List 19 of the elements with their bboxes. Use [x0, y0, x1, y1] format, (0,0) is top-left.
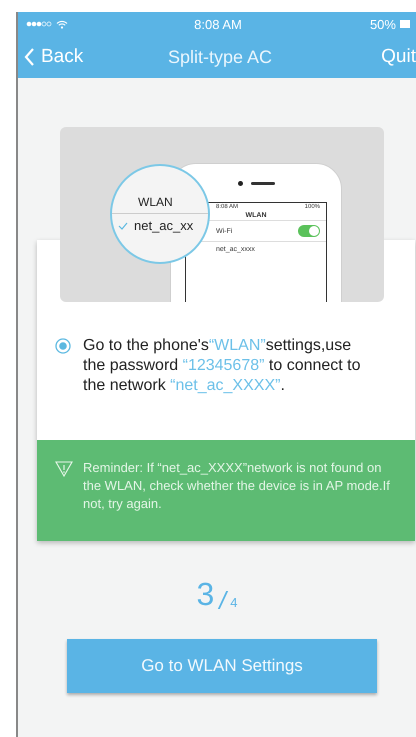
radio-icon — [55, 338, 71, 354]
magnified-network: net_ac_xx — [134, 218, 194, 233]
go-to-wlan-settings-button[interactable]: Go to WLAN Settings — [67, 639, 377, 693]
reminder-text: Reminder: If “net_ac_XXXX”network is not found on the WLAN, check whether the device is in AP mode.If not, try again. — [83, 459, 391, 513]
quit-button[interactable]: Quit — [326, 46, 416, 68]
battery-icon — [400, 20, 410, 28]
back-button[interactable]: Back — [24, 46, 114, 68]
step-current: 3 — [196, 577, 214, 611]
signal-icon — [26, 21, 52, 27]
step-total: 4 — [230, 595, 238, 611]
screen-title: Split-type AC — [168, 46, 272, 68]
wifi-icon — [56, 20, 68, 28]
check-icon — [118, 222, 128, 230]
instruction-text: Go to the phone's“WLAN”settings,use the password “12345678” to connect to the network “net_ac_XXXX”. — [83, 336, 362, 396]
status-time: 8:08 AM — [194, 16, 242, 32]
magnified-title: WLAN — [138, 195, 173, 209]
battery-percent: 50% — [370, 16, 396, 32]
warning-icon — [55, 461, 73, 477]
chevron-left-icon — [24, 48, 35, 66]
